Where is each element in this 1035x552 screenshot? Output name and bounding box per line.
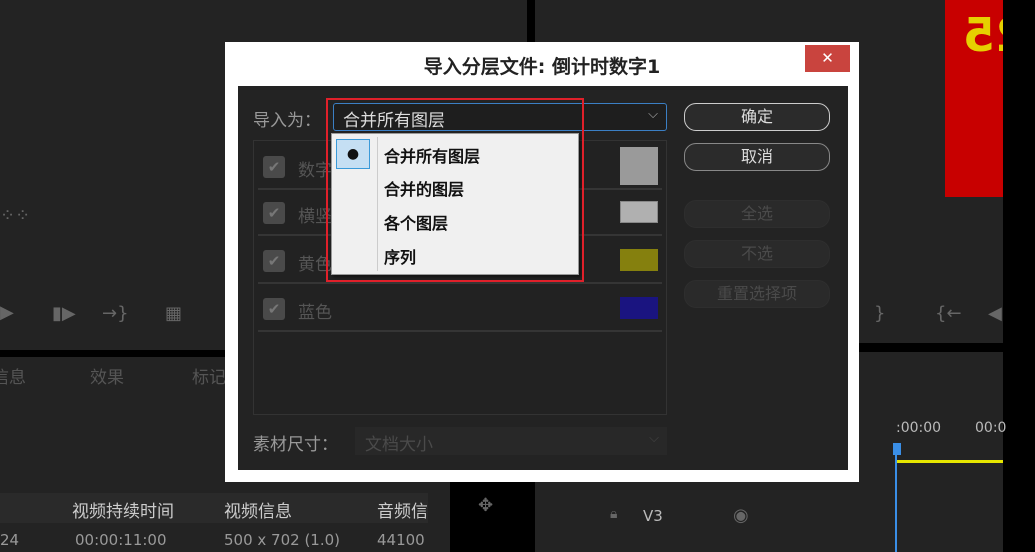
insert-icon[interactable]: →}: [102, 303, 129, 324]
out-point-icon[interactable]: }: [874, 303, 885, 324]
step-back-icon[interactable]: ◀: [988, 303, 1002, 324]
track-label-v3: V3: [643, 507, 663, 525]
overwrite-icon[interactable]: ▦: [165, 303, 182, 324]
close-icon: ✕: [821, 49, 834, 67]
layer-swatch: [620, 201, 658, 223]
col-duration[interactable]: 视频持续时间: [72, 497, 174, 522]
import-as-label: 导入为：: [253, 111, 321, 131]
table-header: [0, 493, 428, 523]
col-audio-info[interactable]: 音频信: [377, 497, 427, 522]
layer-swatch: [620, 147, 658, 185]
work-area-bar[interactable]: [897, 460, 1003, 463]
playhead-handle[interactable]: [893, 443, 901, 455]
drag-handle-icon[interactable]: ✥: [478, 495, 493, 516]
size-select[interactable]: 文档大小 ⌵: [355, 427, 667, 455]
tab-info[interactable]: 信息: [0, 363, 26, 388]
size-value: 文档大小: [365, 435, 433, 455]
cell-fps: 24: [0, 531, 20, 549]
eye-icon[interactable]: ◉: [733, 505, 749, 526]
cell-audio: 44100: [377, 531, 425, 549]
tab-markers[interactable]: 标记: [192, 363, 226, 388]
preview-number: 25: [963, 8, 1003, 62]
timecode-start: :00:00: [896, 420, 942, 436]
layer-swatch: [620, 297, 658, 319]
select-all-button[interactable]: 全选: [684, 200, 830, 228]
select-none-button[interactable]: 不选: [684, 240, 830, 268]
lock-icon[interactable]: 🔒︎: [610, 506, 617, 522]
layer-swatch: [620, 249, 658, 271]
ok-button[interactable]: 确定: [684, 103, 830, 131]
timecode-next: 00:0: [975, 420, 1007, 436]
close-button[interactable]: ✕: [805, 45, 850, 72]
chevron-down-icon: ⌵: [648, 107, 658, 122]
step-forward-icon[interactable]: ▮▶: [52, 303, 76, 324]
reset-selection-button[interactable]: 重置选择项: [684, 280, 830, 308]
play-icon[interactable]: ▶: [0, 302, 14, 323]
layer-checkbox[interactable]: ✔: [263, 298, 285, 320]
cell-video-info: 500 x 702 (1.0): [224, 531, 341, 549]
layer-checkbox[interactable]: ✔: [263, 250, 285, 272]
col-video-info[interactable]: 视频信息: [224, 497, 292, 522]
highlight-box: [326, 98, 584, 282]
layer-name: 蓝色: [298, 303, 332, 323]
layer-checkbox[interactable]: ✔: [263, 202, 285, 224]
layer-row[interactable]: ✔ 蓝色: [258, 286, 662, 332]
cell-duration: 00:00:11:00: [75, 531, 167, 549]
playhead[interactable]: [895, 443, 897, 552]
go-to-in-icon[interactable]: {←: [935, 303, 962, 324]
tab-effects[interactable]: 效果: [90, 363, 124, 388]
size-label: 素材尺寸：: [253, 435, 338, 455]
wave-icon: ⁘⁘: [0, 205, 31, 226]
layer-checkbox[interactable]: ✔: [263, 156, 285, 178]
preview-frame: 25: [945, 0, 1003, 197]
cancel-button[interactable]: 取消: [684, 143, 830, 171]
dialog-title: 导入分层文件: 倒计时数字1: [423, 56, 661, 78]
chevron-down-icon: ⌵: [649, 431, 659, 446]
